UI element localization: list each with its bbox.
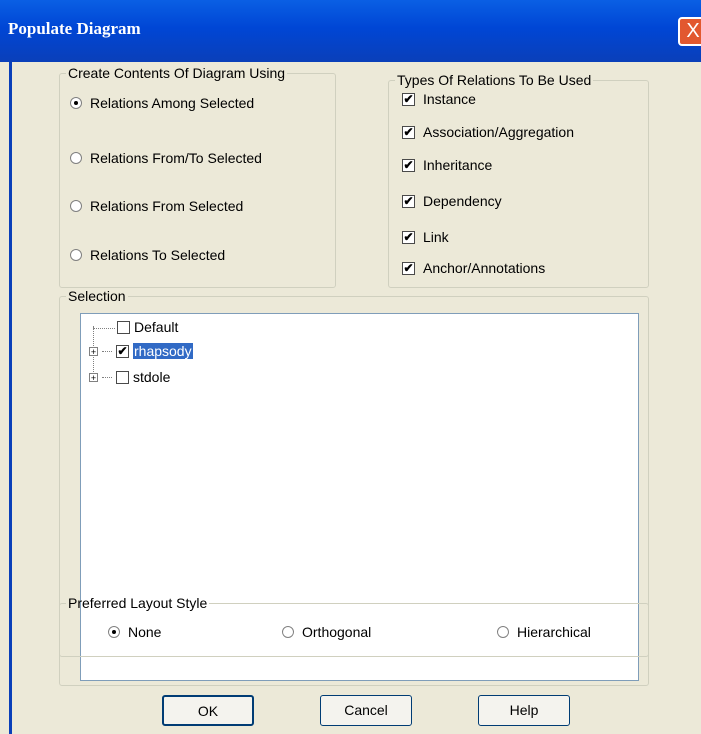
- check-association[interactable]: ✔ Association/Aggregation: [402, 124, 574, 140]
- radio-label: Orthogonal: [302, 624, 372, 640]
- check-label: Association/Aggregation: [423, 124, 574, 140]
- tree-item-label: rhapsody: [133, 343, 193, 359]
- checkbox: ✔: [402, 91, 415, 106]
- radio-layout-none[interactable]: None: [108, 624, 161, 640]
- radio-label: None: [128, 624, 162, 640]
- radio-dot: [70, 97, 82, 109]
- radio-layout-orthogonal[interactable]: Orthogonal: [282, 624, 371, 640]
- check-label: Dependency: [423, 193, 502, 209]
- create-contents-legend: Create Contents Of Diagram Using: [68, 65, 286, 81]
- tree-item-rhapsody[interactable]: + ✔ rhapsody: [89, 343, 193, 359]
- tree-item-default[interactable]: Default: [117, 319, 178, 335]
- radio-relations-to[interactable]: Relations To Selected: [70, 247, 225, 263]
- checkbox: ✔: [402, 260, 415, 275]
- radio-label: Relations To Selected: [90, 247, 226, 263]
- tree-connector: [93, 328, 115, 329]
- tree-checkbox[interactable]: [117, 320, 130, 334]
- tree-checkbox[interactable]: ✔: [116, 344, 129, 358]
- radio-dot: [70, 152, 82, 164]
- check-inheritance[interactable]: ✔ Inheritance: [402, 157, 492, 173]
- close-button[interactable]: X: [678, 17, 701, 46]
- help-button[interactable]: Help: [478, 695, 570, 726]
- radio-label: Relations From/To Selected: [90, 150, 262, 166]
- check-label: Anchor/Annotations: [423, 260, 546, 276]
- ok-button[interactable]: OK: [162, 695, 254, 726]
- check-label: Instance: [423, 91, 476, 107]
- relation-types-legend: Types Of Relations To Be Used: [397, 72, 592, 88]
- close-icon: X: [686, 20, 700, 42]
- radio-label: Relations Among Selected: [90, 95, 255, 111]
- expand-icon[interactable]: +: [89, 346, 98, 356]
- checkbox: ✔: [402, 157, 415, 172]
- expand-icon[interactable]: +: [89, 372, 98, 382]
- check-label: Inheritance: [423, 157, 493, 173]
- title-bar[interactable]: Populate Diagram X: [0, 0, 701, 62]
- radio-relations-from-to[interactable]: Relations From/To Selected: [70, 150, 262, 166]
- tree-item-label: Default: [134, 319, 179, 335]
- radio-relations-from[interactable]: Relations From Selected: [70, 198, 243, 214]
- check-instance[interactable]: ✔ Instance: [402, 91, 476, 107]
- window-title: Populate Diagram: [8, 19, 141, 38]
- checkbox: ✔: [402, 229, 415, 244]
- radio-dot: [282, 626, 294, 638]
- radio-dot: [70, 200, 82, 212]
- radio-dot: [108, 626, 120, 638]
- tree-connector: [102, 376, 112, 378]
- radio-relations-among[interactable]: Relations Among Selected: [70, 95, 254, 111]
- check-link[interactable]: ✔ Link: [402, 229, 449, 245]
- tree-connector: [102, 350, 112, 352]
- radio-dot: [70, 249, 82, 261]
- check-label: Link: [423, 229, 449, 245]
- radio-layout-hierarchical[interactable]: Hierarchical: [497, 624, 591, 640]
- selection-legend: Selection: [68, 288, 126, 304]
- tree-checkbox[interactable]: [116, 370, 129, 384]
- radio-label: Hierarchical: [517, 624, 591, 640]
- check-anchor[interactable]: ✔ Anchor/Annotations: [402, 260, 545, 276]
- checkbox: ✔: [402, 124, 415, 139]
- check-dependency[interactable]: ✔ Dependency: [402, 193, 502, 209]
- tree-item-stdole[interactable]: + stdole: [89, 369, 170, 385]
- layout-style-legend: Preferred Layout Style: [68, 595, 208, 611]
- checkbox: ✔: [402, 193, 415, 208]
- radio-dot: [497, 626, 509, 638]
- cancel-button[interactable]: Cancel: [320, 695, 412, 726]
- tree-item-label: stdole: [133, 369, 171, 385]
- radio-label: Relations From Selected: [90, 198, 244, 214]
